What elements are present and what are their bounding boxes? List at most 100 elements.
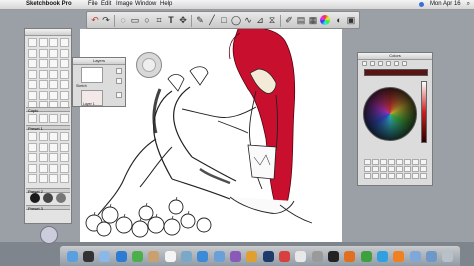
add-layer-button[interactable] [116,92,122,98]
brush-cell[interactable] [28,69,37,79]
swatch-slot[interactable] [388,159,395,165]
mail-icon[interactable] [99,251,111,262]
section-preset-3[interactable]: Preset 3 [26,205,70,211]
palette-titlebar[interactable] [25,29,71,36]
brush-cell[interactable] [38,69,48,79]
folder-icon[interactable] [409,251,421,262]
section-preset-1[interactable]: Preset 1 [26,125,70,131]
swatch-slot[interactable] [388,166,395,172]
brush-cell[interactable] [59,132,69,141]
trash-icon[interactable] [442,251,454,262]
preview-icon[interactable] [180,251,192,262]
brush-cell[interactable] [38,38,48,47]
swatch-slot[interactable] [404,159,411,165]
brush-cell[interactable] [38,174,48,183]
layers-title[interactable]: Layers [73,58,125,65]
sketchbook-icon[interactable] [278,251,290,262]
address-book-icon[interactable] [148,251,160,262]
color-palette-tab-icon[interactable] [378,61,383,66]
swatch-slot[interactable] [420,159,427,165]
swatch-slot[interactable] [396,173,403,179]
itunes-icon[interactable] [213,251,225,262]
safari-icon[interactable] [115,251,127,262]
swatch-slot[interactable] [372,166,379,172]
garageband-icon[interactable] [246,251,258,262]
brush-cell[interactable] [49,59,58,68]
brush-cell[interactable] [49,142,58,152]
swatch-slot[interactable] [380,173,387,179]
dashboard-icon[interactable] [82,251,94,262]
brush-cell[interactable] [59,69,69,79]
brush-cell[interactable] [59,114,69,123]
brush-cell[interactable] [49,153,58,162]
move-icon[interactable]: ✥ [178,15,188,25]
brush-cell[interactable] [59,48,69,58]
swatch-slot[interactable] [380,166,387,172]
swatch-slot[interactable] [364,159,371,165]
view-icon[interactable]: ▣ [346,15,356,25]
lasso-icon[interactable]: ◌ [118,15,128,25]
rectangle-icon[interactable]: □ [219,15,229,25]
vlc-icon[interactable] [393,251,405,262]
brush-cell[interactable] [59,174,69,183]
iphoto-icon[interactable] [197,251,209,262]
swatch-slot[interactable] [396,166,403,172]
brush-cell[interactable] [49,80,58,89]
color-wheel[interactable] [363,87,417,141]
color-wheel-icon[interactable] [320,15,330,25]
menu-app-name[interactable]: Sketchbook Pro [26,0,72,9]
brush-cell[interactable] [59,80,69,89]
brush-cell[interactable] [59,142,69,152]
ruler-icon[interactable]: ⊿ [255,15,265,25]
pen-icon[interactable]: ✎ [195,15,205,25]
color-wheel-tab-icon[interactable] [362,61,367,66]
brightness-slider[interactable] [421,81,427,143]
color-swatch-lightgray[interactable] [56,193,66,203]
imovie-icon[interactable] [229,251,241,262]
redo-icon[interactable]: ↷ [101,15,111,25]
swatch-slot[interactable] [412,173,419,179]
brush-cell[interactable] [49,174,58,183]
brush-cell[interactable] [59,163,69,173]
swatch-slot[interactable] [364,173,371,179]
brush-cell[interactable] [28,59,37,68]
brush-size-puck[interactable] [136,52,162,78]
text-icon[interactable]: T [166,15,176,25]
ellipse-icon[interactable]: ○ [142,15,152,25]
brush-cell[interactable] [38,114,48,123]
photoshop-icon[interactable] [262,251,274,262]
rect-select-icon[interactable]: ▭ [130,15,140,25]
ellipse-shape-icon[interactable]: ◯ [231,15,241,25]
swatch-slot[interactable] [412,159,419,165]
skype-icon[interactable] [376,251,388,262]
spotlight-status-icon[interactable] [418,2,424,7]
brush-cell[interactable] [59,153,69,162]
brush-cell[interactable] [28,174,37,183]
brush-cell[interactable] [38,142,48,152]
brush-icon[interactable]: ✐ [284,15,294,25]
brush-cell[interactable] [38,163,48,173]
menu-help[interactable]: Help [160,0,172,9]
crop-icon[interactable]: ⌗ [154,15,164,25]
color-slider-tab-icon[interactable] [370,61,375,66]
menu-window[interactable]: Window [135,0,156,9]
swatch-slot[interactable] [420,166,427,172]
brush-cell[interactable] [49,90,58,100]
menu-clock[interactable]: Mon Apr 16 [430,0,461,9]
color-image-tab-icon[interactable] [386,61,391,66]
brush-cell[interactable] [38,153,48,162]
swatch-slot[interactable] [364,166,371,172]
brush-cell[interactable] [28,38,37,47]
finder-icon[interactable] [66,251,78,262]
swatch-slot[interactable] [420,173,427,179]
undo-icon[interactable]: ↶ [90,15,100,25]
brush-cell[interactable] [28,132,37,141]
brush-cell[interactable] [28,163,37,173]
lagoon-icon[interactable]: ◐ [334,15,344,25]
swatch-slot[interactable] [380,159,387,165]
brush-cell[interactable] [49,48,58,58]
brush-cell[interactable] [28,90,37,100]
brush-cell[interactable] [38,132,48,141]
brush-palette-icon[interactable]: ▦ [308,15,318,25]
menu-file[interactable]: File [88,0,98,9]
